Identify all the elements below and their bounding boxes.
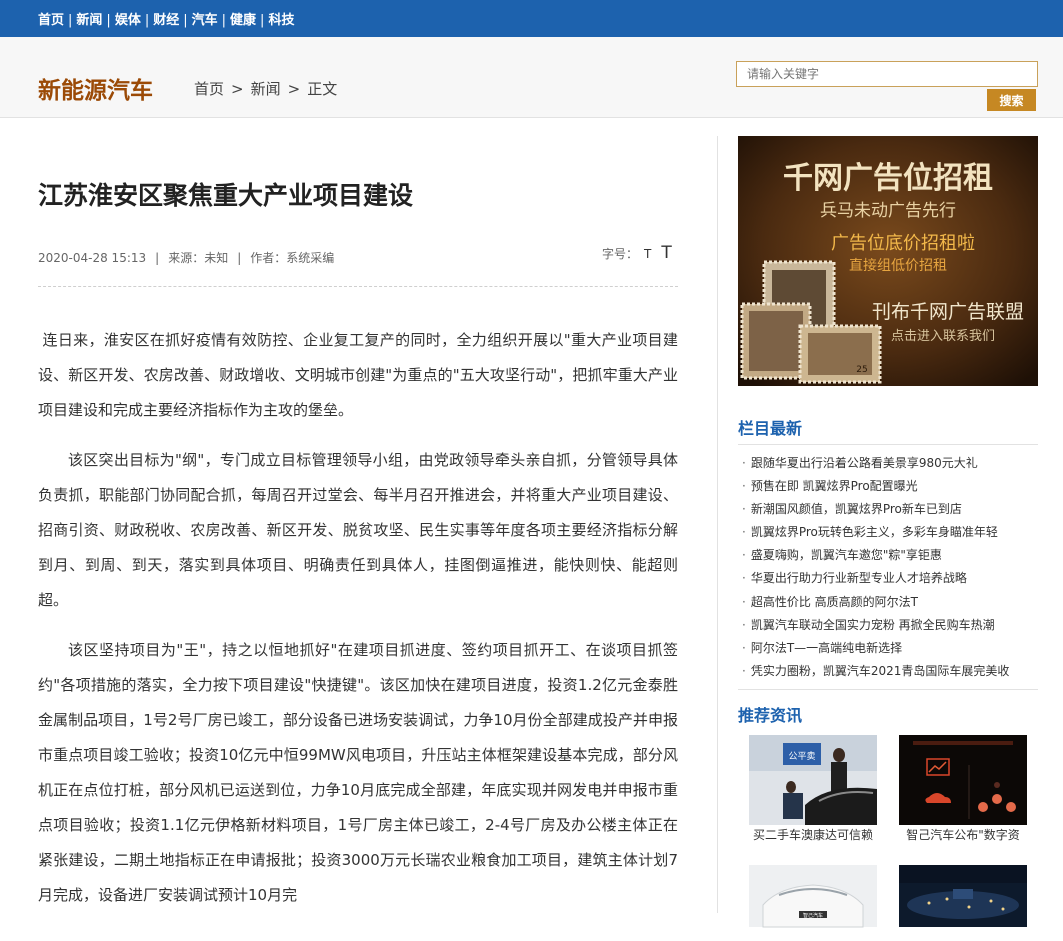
- recommend-thumbnail: 智己汽车: [749, 865, 877, 928]
- nav-link-tech[interactable]: 科技: [268, 13, 294, 28]
- breadcrumb-home[interactable]: 首页: [194, 80, 224, 98]
- nav-link-health[interactable]: 健康: [230, 13, 256, 28]
- latest-news-link[interactable]: 凯翼炫界Pro玩转色彩主义，多彩车身瞄准年轻: [751, 525, 998, 539]
- thumb-screen-text: 公平卖: [788, 751, 815, 762]
- latest-news-item[interactable]: · 凯翼汽车联动全国实力宠粉 再掀全民购车热潮: [738, 616, 1038, 639]
- latest-news-link[interactable]: 超高性价比 高质高颜的阿尔法T: [751, 595, 918, 609]
- nav-link-auto[interactable]: 汽车: [192, 13, 218, 28]
- list-bullet: ·: [742, 456, 746, 470]
- meta-divider: [38, 286, 678, 287]
- font-small-button[interactable]: T: [644, 247, 651, 261]
- breadcrumb-news[interactable]: 新闻: [251, 80, 281, 98]
- latest-news-link[interactable]: 盛夏嗨购，凯翼汽车邀您"粽"享钜惠: [751, 548, 942, 562]
- list-bullet: ·: [742, 479, 746, 494]
- recommend-caption[interactable]: 智己汽车公布"数字资: [899, 826, 1027, 843]
- ad-text-line2: 兵马未动广告先行: [820, 201, 956, 221]
- nav-link-home[interactable]: 首页: [38, 13, 64, 28]
- font-size-label: 字号：: [602, 247, 639, 261]
- article-source: 来源：未知: [168, 251, 229, 265]
- search-input[interactable]: [736, 61, 1038, 87]
- recommend-card[interactable]: 公平卖 买二手车澳康达可信赖: [749, 735, 877, 843]
- search-button[interactable]: 搜索: [987, 89, 1036, 111]
- list-bullet: ·: [742, 617, 746, 632]
- latest-news-link[interactable]: 凯翼汽车联动全国实力宠粉 再掀全民购车热潮: [751, 618, 995, 632]
- latest-news-item[interactable]: · 预售在即 凯翼炫界Pro配置曝光: [738, 477, 1038, 500]
- meta-sep: |: [155, 251, 160, 265]
- ad-text-line1: 千网广告位招租: [783, 161, 993, 196]
- recommend-card[interactable]: [899, 851, 1027, 941]
- nav-link-entertainment[interactable]: 娱体: [115, 13, 141, 28]
- recommend-card[interactable]: 智己汽车: [749, 851, 877, 941]
- latest-news-link[interactable]: 阿尔法T—一高端纯电新选择: [751, 641, 902, 655]
- meta-sep: |: [237, 251, 242, 265]
- latest-section-title: 栏目最新: [738, 419, 803, 438]
- latest-news-link[interactable]: 凭实力圈粉，凯翼汽车2021青岛国际车展完美收: [751, 664, 1010, 678]
- recommend-caption[interactable]: 买二手车澳康达可信赖: [749, 826, 877, 843]
- latest-news-item[interactable]: · 超高性价比 高质高颜的阿尔法T: [738, 593, 1038, 616]
- recommend-top-divider: [738, 689, 1038, 690]
- ad-banner-image: 千网广告位招租 兵马未动广告先行 广告位底价招租啦 直接组低价招租 25 刊布千…: [738, 136, 1038, 386]
- list-bullet: ·: [742, 663, 746, 678]
- list-bullet: ·: [742, 525, 746, 540]
- article-body: 连日来，淮安区在抓好疫情有效防控、企业复工复产的同时，全力组织开展以"重大产业项…: [38, 323, 678, 928]
- recommend-card[interactable]: 智己汽车公布"数字资: [899, 735, 1027, 843]
- article-paragraph: 连日来，淮安区在抓好疫情有效防控、企业复工复产的同时，全力组织开展以"重大产业项…: [38, 331, 678, 419]
- article-title: 江苏淮安区聚焦重大产业项目建设: [38, 181, 414, 210]
- list-bullet: ·: [742, 548, 746, 563]
- font-size-control: 字号： T T: [602, 243, 672, 263]
- stamp-value: 25: [856, 365, 867, 375]
- column-divider: [717, 136, 718, 913]
- latest-news-item[interactable]: · 凯翼炫界Pro玩转色彩主义，多彩车身瞄准年轻: [738, 523, 1038, 546]
- article-date: 2020-04-28 15:13: [38, 251, 147, 265]
- ad-banner[interactable]: 千网广告位招租 兵马未动广告先行 广告位底价招租啦 直接组低价招租 25 刊布千…: [738, 136, 1038, 386]
- top-nav-bar: 首页 | 新闻 | 娱体 | 财经 | 汽车 | 健康 | 科技: [0, 0, 1063, 37]
- ad-text-line4: 直接组低价招租: [849, 257, 947, 274]
- latest-news-link[interactable]: 预售在即 凯翼炫界Pro配置曝光: [751, 479, 918, 493]
- nav-separator: |: [221, 13, 227, 28]
- breadcrumb-sep: >: [231, 80, 244, 98]
- article-author: 作者：系统采编: [250, 251, 335, 265]
- breadcrumb-current: 正文: [307, 80, 338, 98]
- list-bullet: ·: [742, 571, 746, 586]
- nav-link-finance[interactable]: 财经: [153, 13, 179, 28]
- nav-separator: |: [68, 13, 73, 28]
- recommend-thumbnail: [899, 865, 1027, 927]
- ad-text-line6: 点击进入联系我们: [891, 329, 995, 344]
- latest-news-link[interactable]: 华夏出行助力行业新型专业人才培养战略: [751, 571, 967, 585]
- nav-separator: |: [144, 13, 150, 28]
- nav-separator: |: [260, 13, 265, 28]
- nav-separator: |: [106, 13, 111, 28]
- latest-news-item[interactable]: · 凭实力圈粉，凯翼汽车2021青岛国际车展完美收: [738, 662, 1038, 685]
- ad-text-line5: 刊布千网广告联盟: [872, 301, 1024, 323]
- latest-news-item[interactable]: · 阿尔法T—一高端纯电新选择: [738, 639, 1038, 662]
- recommend-thumbnail: [899, 735, 1027, 825]
- article-paragraph: 该区突出目标为"纲"，专门成立目标管理领导小组，由党政领导牵头亲自抓，分管领导具…: [38, 451, 678, 609]
- latest-news-list: · 跟随华夏出行沿着公路看美景享980元大礼 · 预售在即 凯翼炫界Pro配置曝光 …: [738, 454, 1038, 685]
- font-big-button[interactable]: T: [661, 243, 671, 263]
- list-bullet: ·: [742, 502, 746, 517]
- latest-news-item[interactable]: · 新潮国风颜值，凯翼炫界Pro新车已到店: [738, 500, 1038, 523]
- recommend-section-title: 推荐资讯: [738, 706, 803, 725]
- ad-text-line3: 广告位底价招租啦: [831, 233, 975, 254]
- nav-link-news[interactable]: 新闻: [76, 13, 102, 28]
- latest-news-link[interactable]: 新潮国风颜值，凯翼炫界Pro新车已到店: [751, 502, 962, 516]
- breadcrumb-sep: >: [287, 80, 301, 98]
- latest-section-divider: [738, 444, 1038, 445]
- latest-news-link[interactable]: 跟随华夏出行沿着公路看美景享980元大礼: [751, 456, 978, 470]
- site-header: 新能源汽车 首页 > 新闻 > 正文 搜索: [0, 37, 1063, 118]
- thumb-plate-text: 智己汽车: [803, 912, 823, 919]
- nav-separator: |: [183, 13, 188, 28]
- recommend-thumbnail: 公平卖: [749, 735, 877, 825]
- article-paragraph: 该区坚持项目为"王"，持之以恒地抓好"在建项目抓进度、签约项目抓开工、在谈项目抓…: [38, 641, 678, 904]
- list-bullet: ·: [742, 640, 746, 655]
- top-nav-links: 首页 | 新闻 | 娱体 | 财经 | 汽车 | 健康 | 科技: [38, 9, 294, 28]
- list-bullet: ·: [742, 594, 746, 609]
- site-logo-title[interactable]: 新能源汽车: [38, 71, 153, 105]
- latest-news-item[interactable]: · 华夏出行助力行业新型专业人才培养战略: [738, 569, 1038, 592]
- latest-news-item[interactable]: · 跟随华夏出行沿着公路看美景享980元大礼: [738, 454, 1038, 477]
- breadcrumb: 首页 > 新闻 > 正文: [194, 78, 337, 99]
- latest-news-item[interactable]: · 盛夏嗨购，凯翼汽车邀您"粽"享钜惠: [738, 546, 1038, 569]
- article-meta: 2020-04-28 15:13 | 来源：未知 | 作者：系统采编: [38, 249, 334, 266]
